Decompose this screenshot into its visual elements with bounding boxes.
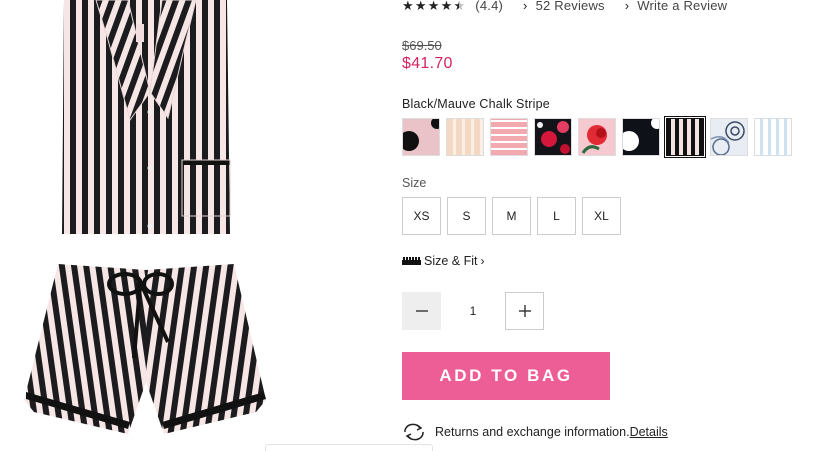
swatch-black-mauve-chalk-stripe[interactable] xyxy=(664,116,706,158)
size-options: XS S M L XL xyxy=(402,197,621,235)
half-star-icon: ★ xyxy=(453,0,466,13)
original-price: $69.50 xyxy=(402,38,442,53)
swatch-beige-stripe[interactable] xyxy=(446,118,484,156)
decrease-quantity-button[interactable] xyxy=(402,292,441,330)
plus-icon xyxy=(518,305,531,317)
product-image-shorts[interactable] xyxy=(22,262,268,438)
swatch-black-red-floral[interactable] xyxy=(534,118,572,156)
minus-icon xyxy=(415,310,428,312)
add-to-bag-button[interactable]: ADD TO BAG xyxy=(402,352,610,400)
chevron-right-icon: › xyxy=(523,0,528,13)
thumbnail-partial xyxy=(265,444,433,451)
star-icon: ★ xyxy=(427,0,440,13)
size-option-s[interactable]: S xyxy=(447,197,486,235)
swatch-pink-red-rose[interactable] xyxy=(578,118,616,156)
shorts-illustration xyxy=(24,264,266,434)
size-label: Size xyxy=(402,176,427,190)
quantity-stepper xyxy=(402,292,544,330)
size-fit-link[interactable]: Size & Fit › xyxy=(402,254,485,268)
quantity-input[interactable] xyxy=(441,292,505,330)
swatch-pink-black-dot[interactable] xyxy=(402,118,440,156)
returns-details-link[interactable]: Details xyxy=(630,425,668,439)
write-review-link[interactable]: Write a Review xyxy=(637,0,727,13)
product-gallery xyxy=(0,0,433,451)
sale-price: $41.70 xyxy=(402,55,453,72)
star-icon: ★ xyxy=(414,0,427,13)
swatch-pink-white-stripe[interactable] xyxy=(490,118,528,156)
selected-color-name: Black/Mauve Chalk Stripe xyxy=(402,97,550,111)
swatch-blue-white-stripe[interactable] xyxy=(754,118,792,156)
size-option-m[interactable]: M xyxy=(492,197,531,235)
chevron-right-icon: › xyxy=(480,254,485,268)
size-option-xl[interactable]: XL xyxy=(582,197,621,235)
color-swatches xyxy=(402,116,792,158)
swatch-black-white-dot[interactable] xyxy=(622,118,660,156)
rating-value: (4.4) xyxy=(475,0,504,13)
size-fit-label: Size & Fit xyxy=(424,254,478,268)
star-icon: ★ xyxy=(440,0,453,13)
returns-text: Returns and exchange information. xyxy=(435,425,630,439)
shirt-illustration xyxy=(62,0,231,234)
star-icon: ★ xyxy=(402,0,414,13)
returns-info: Returns and exchange information. Detail… xyxy=(402,423,668,441)
reviews-link[interactable]: 52 Reviews xyxy=(536,0,605,13)
exchange-arrows-icon xyxy=(404,423,424,441)
increase-quantity-button[interactable] xyxy=(505,292,544,330)
swatch-blue-rose-sketch[interactable] xyxy=(710,118,748,156)
rating-row: ★ ★ ★ ★ ★ (4.4) › 52 Reviews › Write a R… xyxy=(402,0,747,13)
size-option-l[interactable]: L xyxy=(537,197,576,235)
star-rating: ★ ★ ★ ★ ★ xyxy=(402,0,465,12)
chevron-right-icon: › xyxy=(624,0,630,13)
size-option-xs[interactable]: XS xyxy=(402,197,441,235)
ruler-icon xyxy=(402,257,421,265)
product-image-shirt[interactable] xyxy=(58,0,233,236)
